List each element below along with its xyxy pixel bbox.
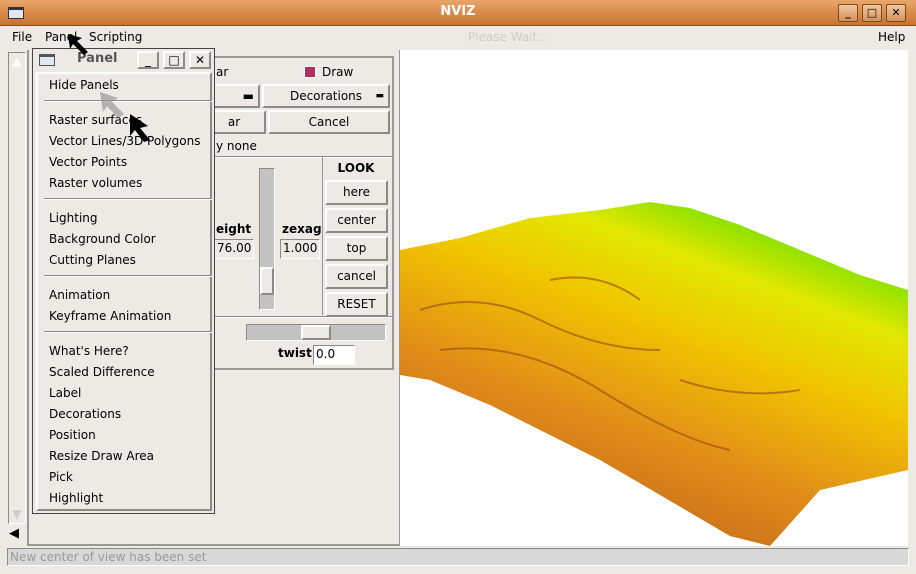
view-controls: ar Draw ▬ Decorations ▬ ar Cancel y none …	[200, 56, 394, 370]
separator	[44, 275, 212, 277]
menu-item-whats-here[interactable]: What's Here?	[49, 344, 129, 358]
scroll-left-arrow-icon[interactable]: ◀	[9, 526, 23, 542]
render-canvas[interactable]	[400, 50, 908, 546]
terrain-surface	[400, 202, 908, 546]
draw-checkbox[interactable]	[304, 66, 316, 78]
zexag-slider[interactable]	[259, 168, 275, 310]
menu-item-raster-volumes[interactable]: Raster volumes	[49, 176, 142, 190]
panel-close-button[interactable]: ✕	[189, 51, 211, 69]
look-group: LOOK here center top cancel RESET	[322, 157, 390, 317]
dropdown-indicator-icon: ▬	[375, 91, 384, 101]
height-label: eight	[216, 222, 252, 236]
zexag-label: zexag	[282, 222, 322, 236]
separator	[44, 331, 212, 333]
menu-item-pick[interactable]: Pick	[49, 470, 73, 484]
twist-field[interactable]: 0.0	[313, 345, 355, 365]
maximize-button[interactable]: □	[862, 4, 882, 22]
draw-label: Draw	[322, 65, 354, 79]
menu-item-vector-points[interactable]: Vector Points	[49, 155, 127, 169]
scroll-down-arrow-icon[interactable]: ▼	[10, 507, 24, 521]
panel-window-icon[interactable]	[39, 54, 55, 66]
window-title: NVIZ	[440, 4, 476, 19]
title-bar: NVIZ _ □ ✕	[0, 0, 916, 26]
status-bar: New center of view has been set	[7, 548, 909, 566]
terrain-mesh	[400, 202, 908, 546]
mouse-cursor-icon	[68, 34, 150, 142]
twist-slider[interactable]	[246, 324, 386, 341]
dropdown-indicator-icon: ▬	[242, 89, 254, 103]
zexag-field[interactable]: 1.000	[280, 239, 320, 259]
by-none-selector[interactable]: y none	[216, 139, 257, 153]
look-center-button[interactable]: center	[325, 208, 388, 233]
divider	[202, 316, 392, 318]
busy-status: Please Wait...	[468, 30, 549, 44]
look-here-button[interactable]: here	[325, 180, 388, 205]
clear-button-label: ar	[227, 115, 241, 129]
menu-item-background-color[interactable]: Background Color	[49, 232, 156, 246]
look-top-button[interactable]: top	[325, 236, 388, 261]
decorations-label: Decorations	[289, 89, 363, 103]
cancel-button[interactable]: Cancel	[268, 110, 390, 134]
menu-file[interactable]: File	[12, 30, 32, 44]
menu-item-decorations[interactable]: Decorations	[49, 407, 121, 421]
menu-item-animation[interactable]: Animation	[49, 288, 110, 302]
zexag-slider-thumb[interactable]	[260, 267, 274, 295]
close-button[interactable]: ✕	[886, 4, 906, 22]
decorations-dropdown[interactable]: Decorations ▬	[262, 84, 390, 108]
look-title: LOOK	[337, 161, 375, 175]
menu-item-label[interactable]: Label	[49, 386, 81, 400]
menu-item-position[interactable]: Position	[49, 428, 96, 442]
menu-item-lighting[interactable]: Lighting	[49, 211, 98, 225]
look-reset-button[interactable]: RESET	[325, 292, 388, 317]
height-field[interactable]: 76.00	[214, 239, 254, 259]
menu-item-scaled-difference[interactable]: Scaled Difference	[49, 365, 155, 379]
separator	[44, 198, 212, 200]
panel-maximize-button[interactable]: □	[163, 51, 185, 69]
menu-item-highlight[interactable]: Highlight	[49, 491, 103, 505]
scroll-up-arrow-icon[interactable]: ▲	[10, 54, 24, 68]
twist-slider-thumb[interactable]	[301, 325, 331, 340]
menu-item-keyframe-animation[interactable]: Keyframe Animation	[49, 309, 171, 323]
look-cancel-button[interactable]: cancel	[325, 264, 388, 289]
menu-help[interactable]: Help	[878, 30, 905, 44]
vertical-scrollbar[interactable]: ▲ ▼	[8, 52, 26, 524]
clear-label: ar	[216, 65, 229, 79]
menu-item-resize-draw-area[interactable]: Resize Draw Area	[49, 449, 154, 463]
minimize-button[interactable]: _	[838, 4, 858, 22]
cancel-label: Cancel	[308, 115, 350, 129]
menu-item-cutting-planes[interactable]: Cutting Planes	[49, 253, 136, 267]
twist-label: twist	[278, 346, 312, 360]
